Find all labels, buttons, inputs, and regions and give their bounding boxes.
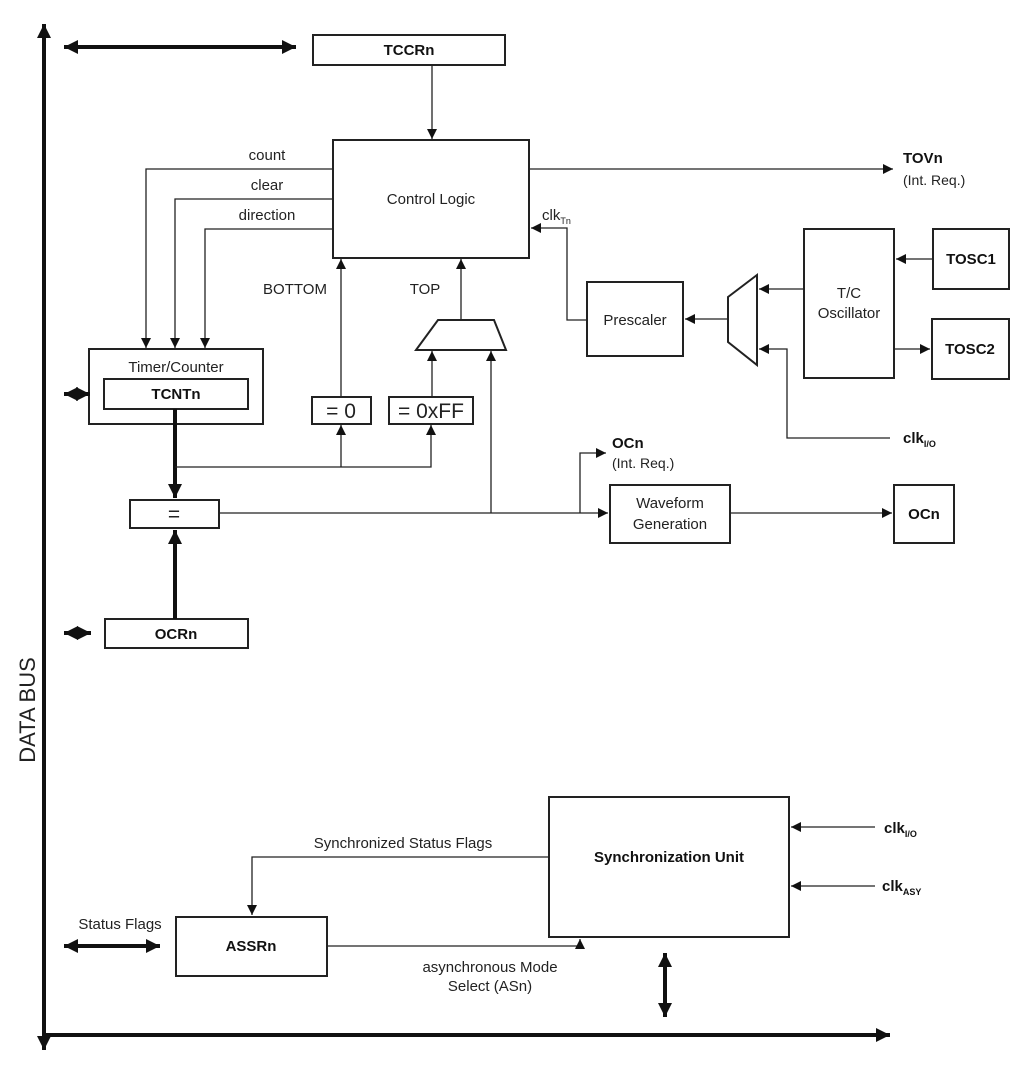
control-logic-label: Control Logic [387, 191, 476, 208]
prescaler-label: Prescaler [603, 312, 666, 329]
top-mux [414, 319, 508, 351]
tcnt-label: TCNTn [151, 386, 200, 403]
clear-signal-label: clear [251, 177, 284, 194]
async-mode-label-1: asynchronous Mode [422, 959, 557, 976]
data-bus-label: DATA BUS [15, 657, 40, 763]
direction-signal-label: direction [239, 207, 296, 224]
clkt-label: clkTn [542, 207, 571, 226]
clock-source-mux [727, 272, 758, 368]
waveform-label-1: Waveform [636, 495, 704, 512]
assr-label: ASSRn [226, 938, 277, 955]
timer-counter-label: Timer/Counter [128, 359, 223, 376]
timer-counter-block-diagram: DATA BUS TCCRn Control Logic count clear… [15, 24, 1010, 1050]
waveform-label-2: Generation [633, 516, 707, 533]
ocn-interrupt-label: OCn [612, 435, 644, 452]
eq-zero-label: = 0 [326, 400, 356, 423]
ocr-label: OCRn [155, 626, 198, 643]
clkio-sync-label: clkI/O [884, 820, 917, 839]
async-mode-label-2: Select (ASn) [448, 978, 532, 995]
sync-unit-label: Synchronization Unit [594, 849, 744, 866]
tosc2-label: TOSC2 [945, 341, 995, 358]
sync-flags-label: Synchronized Status Flags [314, 835, 492, 852]
tosc1-label: TOSC1 [946, 251, 996, 268]
ocn-pin-label: OCn [908, 506, 940, 523]
synchronization-unit [548, 796, 790, 938]
tov-label: TOVn [903, 150, 943, 167]
count-signal-label: count [249, 147, 287, 164]
bottom-signal-label: BOTTOM [263, 281, 327, 298]
clkasy-label: clkASY [882, 878, 921, 897]
waveform-generation-block [609, 484, 731, 544]
eq-ff-label: = 0xFF [398, 400, 464, 423]
tccr-label: TCCRn [384, 42, 435, 59]
ocn-interrupt-sub: (Int. Req.) [612, 455, 674, 471]
oscillator-label-1: T/C [837, 285, 861, 302]
clkio-label: clkI/O [903, 430, 936, 449]
oscillator-label-2: Oscillator [818, 305, 881, 322]
tc-oscillator-block [803, 228, 895, 379]
tov-sub: (Int. Req.) [903, 172, 965, 188]
status-flags-label: Status Flags [78, 916, 161, 933]
comparator-label: = [168, 503, 180, 526]
top-signal-label: TOP [410, 281, 441, 298]
